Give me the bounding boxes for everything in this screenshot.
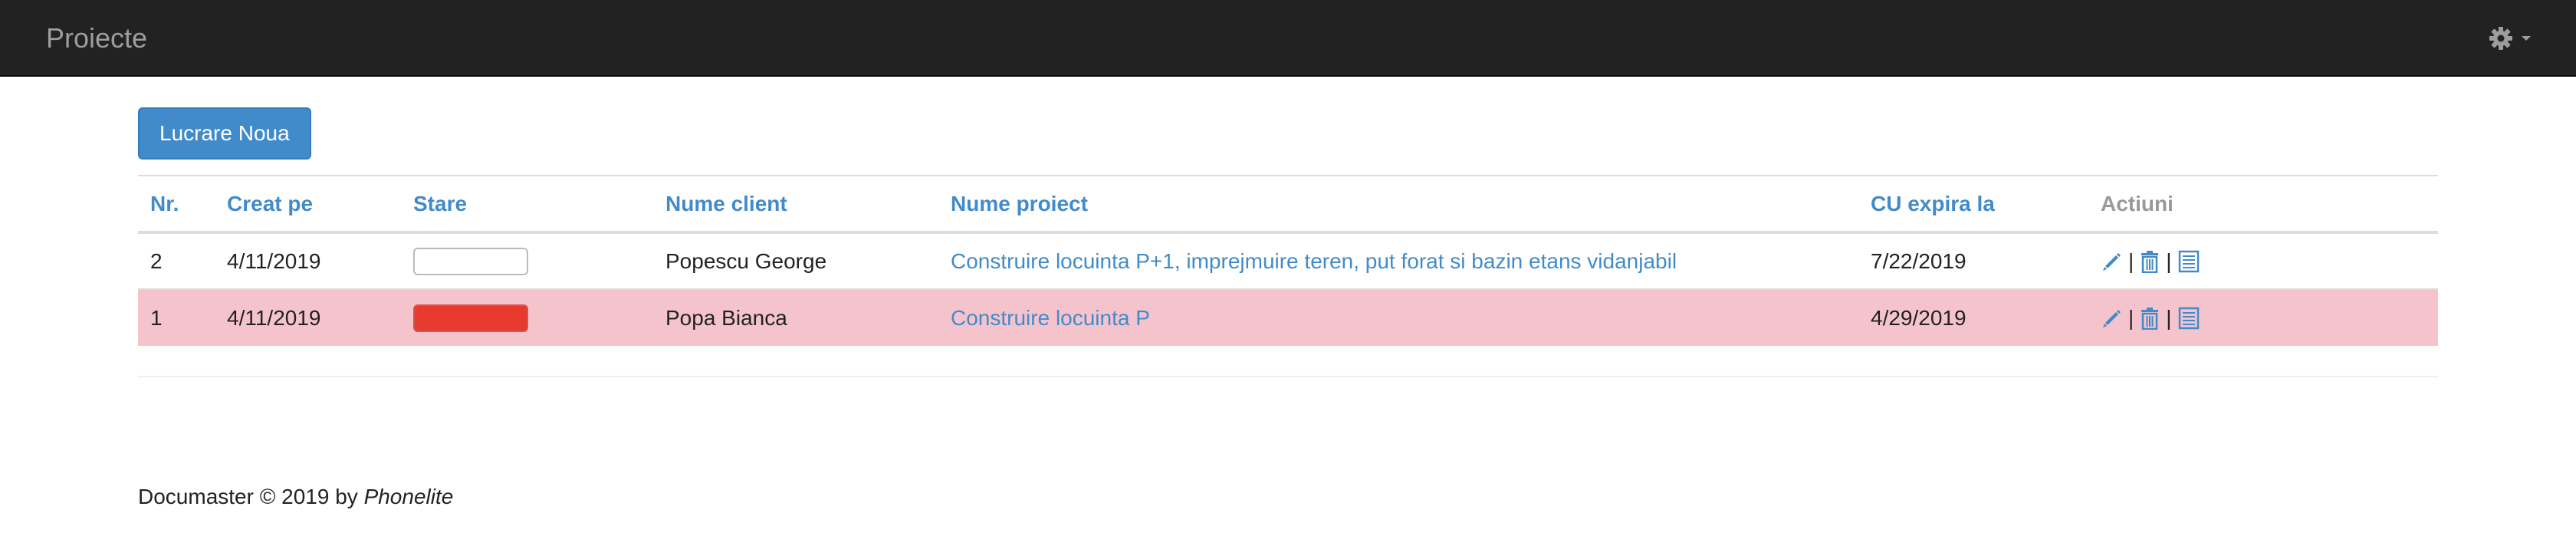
cell-project: Construire locuinta P+1, imprejmuire ter… [938,232,1858,289]
row-actions: | | [2101,306,2426,331]
new-work-button[interactable]: Lucrare Noua [138,107,311,160]
column-header-project[interactable]: Nume proiect [938,175,1858,234]
column-header-actions: Actiuni [2088,175,2438,234]
cell-expires: 4/29/2019 [1858,288,2088,346]
footer-divider [138,376,2438,377]
pencil-icon[interactable] [2101,251,2122,272]
cell-nr: 1 [138,288,215,346]
column-header-created[interactable]: Creat pe [215,175,401,234]
table-row: 1 4/11/2019 Popa Bianca Construire locui… [138,288,2438,346]
table-header-row: Nr. Creat pe Stare Nume client Nume proi… [138,175,2438,234]
cell-client: Popa Bianca [653,288,938,346]
row-actions: | | [2101,249,2426,274]
trash-icon[interactable] [2140,307,2160,330]
cell-expires: 7/22/2019 [1858,232,2088,289]
cell-actions: | | [2088,232,2438,289]
cell-nr: 2 [138,232,215,289]
cell-status [401,232,653,289]
table-row: 2 4/11/2019 Popescu George Construire lo… [138,232,2438,289]
top-navbar: Proiecte [0,0,2576,77]
column-header-status[interactable]: Stare [401,175,653,234]
status-badge-empty [413,247,528,275]
action-separator: | [2128,305,2134,330]
project-link[interactable]: Construire locuinta P+1, imprejmuire ter… [951,249,1677,273]
action-separator: | [2166,305,2172,330]
navbar-brand[interactable]: Proiecte [46,21,147,55]
footer-author: Phonelite [363,485,454,508]
cell-created: 4/11/2019 [215,288,401,346]
pencil-icon[interactable] [2101,308,2122,329]
cell-project: Construire locuinta P [938,288,1858,346]
settings-dropdown[interactable] [2489,23,2532,54]
projects-table: Nr. Creat pe Stare Nume client Nume proi… [138,175,2438,346]
action-separator: | [2166,248,2172,273]
caret-down-icon [2521,35,2532,42]
footer: Documaster © 2019 by Phonelite [138,485,453,509]
trash-icon[interactable] [2140,250,2160,273]
column-header-nr[interactable]: Nr. [138,175,215,234]
cell-created: 4/11/2019 [215,232,401,289]
gear-icon[interactable] [2489,26,2513,51]
cell-status [401,288,653,346]
project-link[interactable]: Construire locuinta P [951,306,1150,330]
action-separator: | [2128,248,2134,273]
column-header-expires[interactable]: CU expira la [1858,175,2088,234]
footer-text: Documaster © 2019 by [138,485,358,508]
column-header-client[interactable]: Nume client [653,175,938,234]
list-icon[interactable] [2178,307,2200,330]
list-icon[interactable] [2178,250,2200,273]
cell-actions: | | [2088,288,2438,346]
status-badge-red [413,304,528,332]
cell-client: Popescu George [653,232,938,289]
